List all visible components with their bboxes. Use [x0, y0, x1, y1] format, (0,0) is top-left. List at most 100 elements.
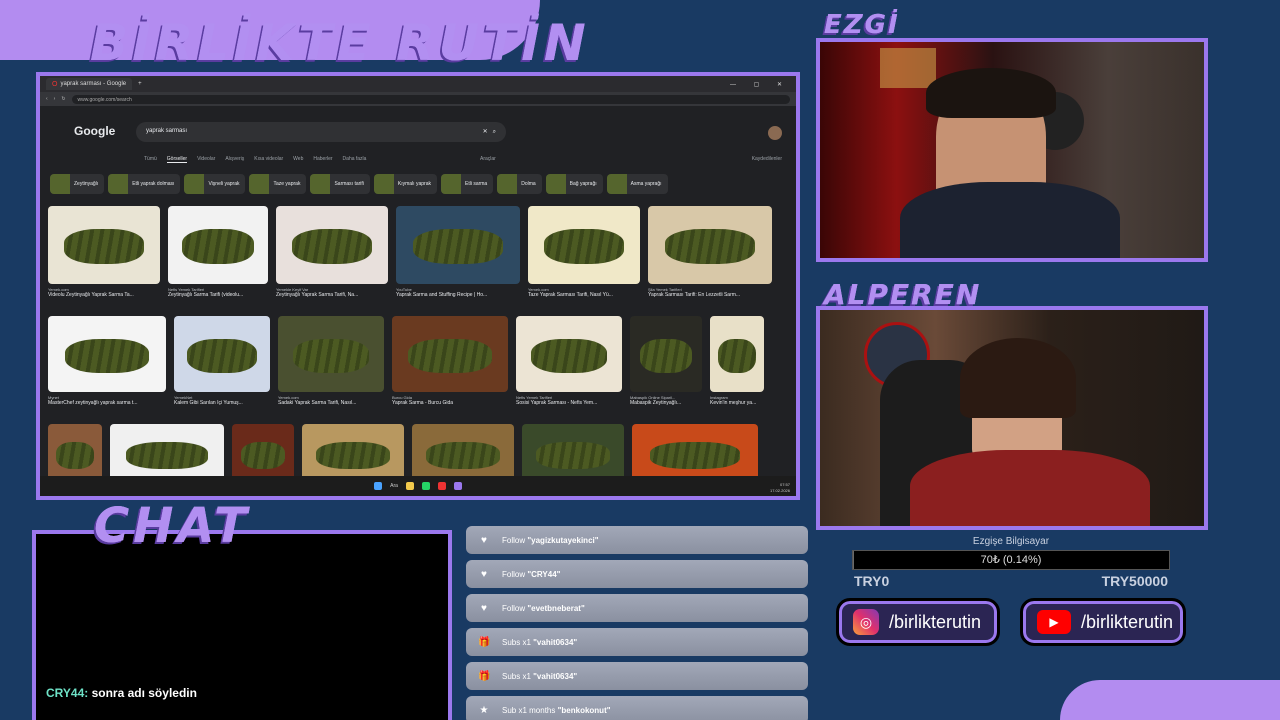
chat-label: CHAT	[94, 498, 251, 554]
google-logo[interactable]: Google	[74, 124, 115, 138]
search-tabs: Tümü Görseller Videolar Alışveriş Kısa v…	[144, 156, 366, 163]
heart-icon: ♥	[481, 602, 487, 614]
image-result[interactable]	[48, 424, 102, 484]
chip[interactable]: Etli sarma	[440, 174, 494, 194]
taskbar-clock: 07:57 17.02.2026	[769, 482, 790, 493]
instagram-icon: ◎	[853, 609, 879, 635]
chip[interactable]: Asma yaprağı	[606, 174, 668, 194]
browser-tab-title: yaprak sarması - Google	[60, 81, 127, 87]
chip[interactable]: Dolma	[497, 174, 542, 194]
image-result[interactable]	[412, 424, 514, 484]
search-icon[interactable]: ✕ ⌕	[483, 128, 496, 136]
image-result[interactable]: Nefis Yemek Tarifleri Zeytinyağlı Sarma T…	[168, 206, 268, 298]
tab-haberler[interactable]: Haberler	[313, 156, 332, 163]
chat-text: sonra adı söyledin	[91, 686, 197, 700]
chip[interactable]: Bağ yaprağı	[545, 174, 603, 194]
window-controls[interactable]: — ▢ ✕	[730, 81, 790, 88]
gift-icon: 🎁	[478, 670, 491, 682]
folder-icon[interactable]	[405, 482, 414, 490]
chip[interactable]: Kıymalı yaprak	[373, 174, 437, 194]
instagram-handle: /birlikterutin	[889, 611, 982, 632]
alert-item: ♥ Follow "evetbneberat"	[466, 594, 808, 622]
tab-daha-fazla[interactable]: Daha fazla	[343, 156, 367, 163]
search-query: yaprak sarması	[146, 128, 188, 134]
image-result[interactable]: Mynet MasterChef zeytinyağlı yaprak sarma…	[48, 316, 166, 406]
tools-button[interactable]: Araçlar	[480, 156, 496, 162]
tab-alisveris[interactable]: Alışveriş	[225, 156, 244, 163]
webcam-top	[816, 38, 1208, 262]
browser-tab[interactable]: O yaprak sarması - Google	[46, 78, 133, 90]
goal-current: 70₺ (0.14%)	[980, 554, 1042, 566]
address-input[interactable]: www.google.com/search	[71, 94, 790, 104]
image-row-1: Yemek.com Videolu Zeytinyağlı Yaprak Sarm…	[48, 206, 772, 298]
browser-titlebar: O yaprak sarması - Google + — ▢ ✕	[40, 76, 796, 92]
chat-box: CRY44: sonra adı söyledin	[32, 530, 452, 720]
youtube-icon: ▶	[1037, 610, 1071, 634]
image-result[interactable]: YemekNet Kalem Gibi Sarılan İçi Yumuş...	[174, 316, 270, 406]
chip[interactable]: Taze yaprak	[249, 174, 307, 194]
image-result[interactable]	[522, 424, 624, 484]
back-icon[interactable]: ‹	[46, 96, 48, 102]
image-result[interactable]: YouTube Yaprak Sarma and Stuffing Recipe …	[396, 206, 520, 298]
chip[interactable]: Vişneli yaprak	[184, 174, 246, 194]
reload-icon[interactable]: ↻	[61, 96, 65, 102]
youtube-badge[interactable]: ▶ /birlikterutin	[1020, 598, 1186, 646]
heart-icon: ♥	[481, 534, 487, 546]
tab-videolar[interactable]: Videolar	[197, 156, 215, 163]
windows-taskbar: Ara 07:57 17.02.2026	[40, 476, 796, 496]
taskbar-search[interactable]: Ara	[390, 483, 398, 489]
related-chips: Zeytinyağlı Etli yaprak dolması Vişneli …	[50, 174, 668, 194]
image-result[interactable]: Yemek.com Sadaki Yaprak Sarma Tarifi, Nas…	[278, 316, 384, 406]
search-input[interactable]: yaprak sarması ✕ ⌕	[136, 122, 506, 142]
tab-gorseller[interactable]: Görseller	[166, 156, 188, 163]
browser-window: O yaprak sarması - Google + — ▢ ✕ ‹ › ↻ …	[36, 72, 800, 500]
image-result[interactable]: Mabaspik Online Siparil... Mabaspik Zeyti…	[630, 316, 702, 406]
image-result[interactable]	[232, 424, 294, 484]
goal-min: TRY0	[854, 573, 890, 589]
webcam-bottom	[816, 306, 1208, 530]
app-icon[interactable]	[453, 482, 462, 490]
alert-feed: ♥ Follow "yagizkutayekinci" ♥ Follow "CRY4…	[466, 526, 808, 720]
image-result[interactable]: Şila Yemek Tarifleri Yaprak Sarması Tarif…	[648, 206, 772, 298]
image-result[interactable]	[110, 424, 224, 484]
heart-icon: ♥	[481, 568, 487, 580]
paint-splash-decoration	[1060, 680, 1280, 720]
alert-item: ★ Sub x1 months "benkokonut"	[466, 696, 808, 720]
alert-item: 🎁 Subs x1 "vahit0634"	[466, 662, 808, 690]
overlay-title: BİRLİKTE RUTİN	[90, 14, 590, 72]
tab-web[interactable]: Web	[293, 156, 303, 163]
forward-icon[interactable]: ›	[54, 96, 56, 102]
gift-icon: 🎁	[478, 636, 491, 648]
image-result[interactable]	[302, 424, 404, 484]
chip[interactable]: Etli yaprak dolması	[108, 174, 181, 194]
tab-kisa-videolar[interactable]: Kısa videolar	[254, 156, 283, 163]
instagram-badge[interactable]: ◎ /birlikterutin	[836, 598, 1000, 646]
image-result[interactable]: Yemek.com Videolu Zeytinyağlı Yaprak Sarm…	[48, 206, 160, 298]
whatsapp-icon[interactable]	[421, 482, 430, 490]
chat-username: CRY44:	[46, 686, 89, 700]
cam-label-top: EZGİ	[824, 10, 900, 40]
account-avatar[interactable]	[768, 126, 782, 140]
new-tab-icon[interactable]: +	[138, 81, 142, 87]
chip[interactable]: Sarması tarifi	[310, 174, 370, 194]
youtube-handle: /birlikterutin	[1081, 611, 1174, 632]
chip[interactable]: Zeytinyağlı	[50, 174, 105, 194]
image-result[interactable]: Burcu Gida Yaprak Sarma - Burcu Gida	[392, 316, 508, 406]
goal-progress-bar: 70₺ (0.14%)	[852, 550, 1170, 570]
image-result[interactable]: Yemekle Keyif Var Zeytinyağlı Yaprak Sarm…	[276, 206, 388, 298]
image-row-2: Mynet MasterChef zeytinyağlı yaprak sarma…	[48, 316, 764, 406]
alert-item: ♥ Follow "yagizkutayekinci"	[466, 526, 808, 554]
opera-taskbar-icon[interactable]	[437, 482, 446, 490]
image-row-3	[48, 424, 758, 484]
google-results-page: Google yaprak sarması ✕ ⌕ Tümü Görseller…	[40, 106, 796, 484]
image-result[interactable]: Instagram Kevin'in meşhur ya...	[710, 316, 764, 406]
image-result[interactable]: Nefis Yemek Tarifleri Sosisi Yaprak Sarma…	[516, 316, 622, 406]
tab-tumu[interactable]: Tümü	[144, 156, 157, 163]
saved-button[interactable]: Kaydedilenler	[752, 156, 782, 162]
chat-message: CRY44: sonra adı söyledin	[46, 686, 197, 700]
image-result[interactable]	[632, 424, 758, 484]
goal-max: TRY50000	[1101, 573, 1168, 589]
alert-item: ♥ Follow "CRY44"	[466, 560, 808, 588]
windows-start-icon[interactable]	[374, 482, 383, 490]
image-result[interactable]: Yemek.com Taze Yaprak Sarması Tarifi, Nas…	[528, 206, 640, 298]
